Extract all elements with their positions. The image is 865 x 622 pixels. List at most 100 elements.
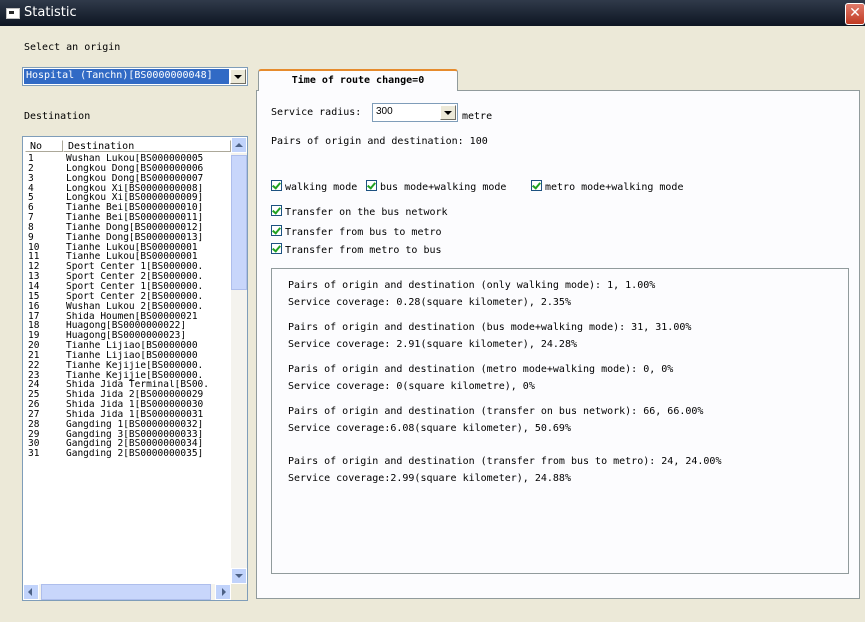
destination-list[interactable]: No Destination 1 Wushan Lukou[BS000000005… xyxy=(22,136,248,601)
list-item[interactable]: 24 Shida Jida Terminal[BS00. xyxy=(28,380,229,390)
list-item-destination: Tianhe Lijiao[BS0000000 xyxy=(66,350,198,361)
list-item[interactable]: 15 Sport Center 2[BS000000. xyxy=(28,292,229,302)
list-item[interactable]: 2 Longkou Dong[BS000000006 xyxy=(28,164,229,174)
list-item[interactable]: 5 Longkou Xi[BS0000000009] xyxy=(28,193,229,203)
result-bus-network-coverage: Service coverage:6.08(square kilometer),… xyxy=(288,423,571,434)
list-item-destination: Longkou Xi[BS0000000008] xyxy=(66,183,204,194)
check-icon xyxy=(271,225,282,236)
vertical-scrollbar[interactable] xyxy=(231,137,247,584)
check-icon xyxy=(271,180,282,191)
scroll-corner xyxy=(231,584,247,600)
list-item[interactable]: 29 Gangding 3[BS0000000033] xyxy=(28,430,229,440)
list-item-no: 15 xyxy=(28,291,40,302)
list-item[interactable]: 27 Shida Jida 1[BS000000031 xyxy=(28,410,229,420)
result-metro-coverage: Service coverage: 0(square kilometre), 0… xyxy=(288,381,535,392)
title-bar: Statistic ✕ xyxy=(0,0,865,26)
metro-walking-mode-label: metro mode+walking mode xyxy=(545,182,684,193)
result-metro-pairs: Paris of origin and destination (metro m… xyxy=(288,364,674,375)
check-icon xyxy=(531,180,542,191)
list-item[interactable]: 16 Wushan Lukou 2[BS000000. xyxy=(28,302,229,312)
list-item[interactable]: 18 Huagong[BS0000000022] xyxy=(28,321,229,331)
list-item-no: 19 xyxy=(28,331,40,342)
tab-route-change[interactable]: Time of route change=0 xyxy=(258,69,458,91)
scroll-up-icon[interactable] xyxy=(231,137,247,153)
list-item[interactable]: 13 Sport Center 2[BS000000. xyxy=(28,272,229,282)
list-item[interactable]: 25 Shida Jida 2[BS000000029 xyxy=(28,390,229,400)
scroll-down-icon[interactable] xyxy=(231,568,247,584)
list-item[interactable]: 14 Sport Center 1[BS000000. xyxy=(28,282,229,292)
list-item-no: 18 xyxy=(28,321,40,332)
list-item-destination: Sport Center 2[BS000000. xyxy=(66,272,204,282)
list-item[interactable]: 12 Sport Center 1[BS000000. xyxy=(28,262,229,272)
walking-mode-checkbox[interactable]: walking mode xyxy=(271,180,357,194)
column-header-destination[interactable]: Destination xyxy=(63,140,231,152)
list-item[interactable]: 10 Tianhe Lukou[BS00000001 xyxy=(28,243,229,253)
list-item-destination: Shida Jida Terminal[BS00. xyxy=(66,380,209,391)
hscroll-thumb[interactable] xyxy=(41,584,211,600)
list-item[interactable]: 9 Tianhe Dong[BS000000013] xyxy=(28,233,229,243)
list-item[interactable]: 4 Longkou Xi[BS0000000008] xyxy=(28,184,229,194)
list-item-no: 23 xyxy=(28,370,40,381)
chevron-down-icon[interactable] xyxy=(230,69,246,84)
scroll-thumb[interactable] xyxy=(231,155,247,290)
list-item[interactable]: 3 Longkou Dong[BS000000007 xyxy=(28,174,229,184)
service-radius-label: Service radius: xyxy=(271,107,362,118)
bus-walking-mode-checkbox[interactable]: bus mode+walking mode xyxy=(366,180,506,194)
list-item-no: 5 xyxy=(28,193,34,204)
list-item-no: 21 xyxy=(28,350,40,361)
list-item[interactable]: 8 Tianhe Dong[BS000000012] xyxy=(28,223,229,233)
metro-walking-mode-checkbox[interactable]: metro mode+walking mode xyxy=(531,180,683,194)
list-item-no: 22 xyxy=(28,360,40,371)
list-item[interactable]: 17 Shida Houmen[BS00000021 xyxy=(28,312,229,322)
transfer-metro-bus-checkbox[interactable]: Transfer from metro to bus xyxy=(271,243,442,257)
pairs-total: Pairs of origin and destination: 100 xyxy=(271,136,488,147)
list-item-destination: Tianhe Lukou[BS00000001 xyxy=(66,242,198,253)
list-item[interactable]: 22 Tianhe Kejijie[BS000000. xyxy=(28,361,229,371)
list-item-destination: Longkou Xi[BS0000000009] xyxy=(66,193,204,204)
close-button[interactable]: ✕ xyxy=(845,3,865,25)
result-bus-metro-pairs: Pairs of origin and destination (transfe… xyxy=(288,456,722,467)
list-item[interactable]: 7 Tianhe Bei[BS0000000011] xyxy=(28,213,229,223)
column-header-no[interactable]: No xyxy=(25,140,63,152)
list-item[interactable]: 11 Tianhe Lukou[BS00000001 xyxy=(28,252,229,262)
service-radius-value: 300 xyxy=(376,106,393,117)
transfer-bus-network-checkbox[interactable]: Transfer on the bus network xyxy=(271,205,448,219)
transfer-bus-metro-checkbox[interactable]: Transfer from bus to metro xyxy=(271,225,442,239)
list-item-no: 16 xyxy=(28,301,40,312)
list-item[interactable]: 28 Gangding 1[BS0000000032] xyxy=(28,420,229,430)
list-item-destination: Tianhe Lukou[BS00000001 xyxy=(66,252,198,263)
list-item[interactable]: 20 Tianhe Lijiao[BS0000000 xyxy=(28,341,229,351)
list-item-destination: Gangding 1[BS0000000032] xyxy=(66,419,204,430)
list-item[interactable]: 6 Tianhe Bei[BS0000000010] xyxy=(28,203,229,213)
list-item-destination: Gangding 2[BS0000000035] xyxy=(66,449,204,460)
list-item[interactable]: 26 Shida Jida 1[BS000000030 xyxy=(28,400,229,410)
list-header: No Destination xyxy=(25,140,231,153)
list-item-no: 28 xyxy=(28,419,40,430)
horizontal-scrollbar[interactable] xyxy=(23,584,247,600)
list-rows: 1 Wushan Lukou[BS000000005 2 Longkou Dong[B… xyxy=(28,154,229,459)
list-item-no: 14 xyxy=(28,281,40,292)
scroll-left-icon[interactable] xyxy=(23,584,39,600)
origin-select[interactable]: Hospital (Tanchn)[BS0000000048] xyxy=(22,67,248,86)
service-radius-select[interactable]: 300 xyxy=(372,103,458,122)
list-item-destination: Sport Center 2[BS000000. xyxy=(66,291,204,302)
chevron-down-icon[interactable] xyxy=(440,105,456,120)
scroll-right-icon[interactable] xyxy=(215,584,231,600)
list-item[interactable]: 31 Gangding 2[BS0000000035] xyxy=(28,449,229,459)
list-item-no: 4 xyxy=(28,183,34,194)
list-item-no: 8 xyxy=(28,222,34,233)
list-item-destination: Tianhe Kejijie[BS000000. xyxy=(66,360,204,371)
list-item-destination: Tianhe Lijiao[BS0000000 xyxy=(66,341,198,351)
list-item-no: 6 xyxy=(28,203,34,214)
list-item[interactable]: 19 Huagong[BS0000000023] xyxy=(28,331,229,341)
results-panel: Pairs of origin and destination (only wa… xyxy=(271,268,849,574)
result-bus-metro-coverage: Service coverage:2.99(square kilometer),… xyxy=(288,473,571,484)
list-item-destination: Gangding 2[BS0000000034] xyxy=(66,439,204,450)
list-item[interactable]: 21 Tianhe Lijiao[BS0000000 xyxy=(28,351,229,361)
window-title: Statistic xyxy=(24,5,77,20)
list-item[interactable]: 30 Gangding 2[BS0000000034] xyxy=(28,439,229,449)
list-item-destination: Tianhe Dong[BS000000013] xyxy=(66,232,204,243)
list-item[interactable]: 1 Wushan Lukou[BS000000005 xyxy=(28,154,229,164)
list-item[interactable]: 23 Tianhe Kejijie[BS000000. xyxy=(28,371,229,381)
list-item-no: 29 xyxy=(28,429,40,440)
